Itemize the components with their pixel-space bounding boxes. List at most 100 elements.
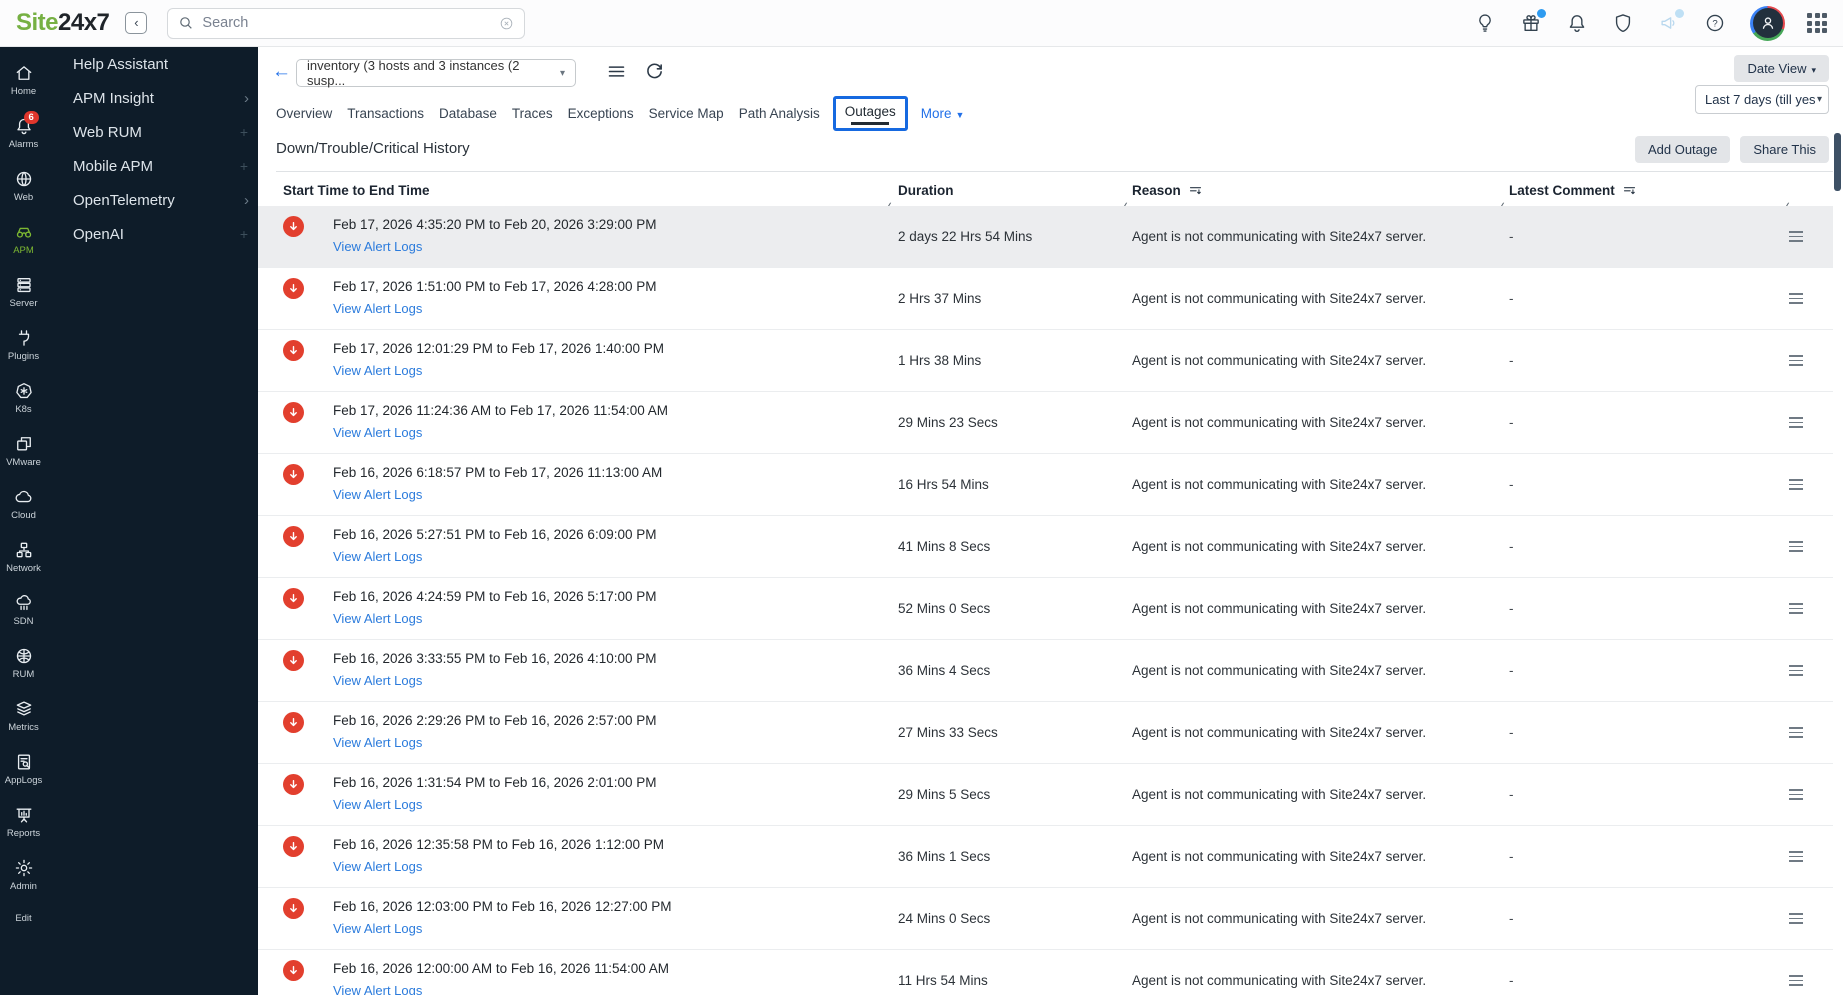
left-icon-rail: Home 6 Alarms Web APM Server Plugins K8s VMware C… [0,47,47,995]
tab-outages[interactable]: Outages [845,104,896,119]
rail-item-alarms[interactable]: 6 Alarms [0,110,47,155]
column-latest-comment[interactable]: Latest Comment [1509,183,1749,198]
rail-item-apm[interactable]: APM [0,216,47,261]
outage-time-range: Feb 16, 2026 2:29:26 PM to Feb 16, 2026 … [333,713,657,728]
site24x7-logo[interactable]: Site24x7 [16,9,110,37]
row-menu-icon[interactable] [1789,726,1803,739]
outage-duration: 36 Mins 1 Secs [898,849,991,864]
rail-item-plugins[interactable]: Plugins [0,322,47,367]
time-range-select[interactable]: Last 7 days (till yes ▾ [1695,85,1829,114]
outage-reason: Agent is not communicating with Site24x7… [1132,601,1427,616]
bell-icon[interactable] [1566,12,1588,34]
view-alert-logs-link[interactable]: View Alert Logs [333,425,422,440]
view-alert-logs-link[interactable]: View Alert Logs [333,983,422,995]
rail-item-web[interactable]: Web [0,163,47,208]
rail-item-edit[interactable]: Edit [0,905,47,929]
share-this-button[interactable]: Share This [1740,136,1829,163]
rail-item-cloud[interactable]: Cloud [0,481,47,526]
rail-item-metrics[interactable]: Metrics [0,693,47,738]
panel-item-openai[interactable]: OpenAI + [47,217,258,251]
rail-item-admin[interactable]: Admin [0,852,47,897]
rail-item-k8s[interactable]: K8s [0,375,47,420]
rail-item-server[interactable]: Server [0,269,47,314]
rail-item-vmware[interactable]: VMware [0,428,47,473]
megaphone-icon[interactable] [1658,9,1684,34]
tab-path-analysis[interactable]: Path Analysis [739,106,820,121]
row-menu-icon[interactable] [1789,602,1803,615]
row-menu-icon[interactable] [1789,292,1803,305]
panel-item-help-assistant[interactable]: Help Assistant [47,47,258,81]
outage-time-range: Feb 16, 2026 4:24:59 PM to Feb 16, 2026 … [333,589,657,604]
view-alert-logs-link[interactable]: View Alert Logs [333,487,422,502]
view-alert-logs-link[interactable]: View Alert Logs [333,363,422,378]
rail-item-applogs[interactable]: AppLogs [0,746,47,791]
refresh-button[interactable] [644,61,665,85]
view-alert-logs-link[interactable]: View Alert Logs [333,673,422,688]
chevron-down-icon: ▾ [559,67,565,79]
panel-item-mobile-apm[interactable]: Mobile APM + [47,149,258,183]
panel-item-opentelemetry[interactable]: OpenTelemetry › [47,183,258,217]
shield-icon[interactable] [1612,12,1634,34]
tab-transactions[interactable]: Transactions [347,106,424,121]
monitor-select[interactable]: inventory (3 hosts and 3 instances (2 su… [296,58,576,88]
rail-item-home[interactable]: Home [0,57,47,102]
row-menu-icon[interactable] [1789,478,1803,491]
row-menu-icon[interactable] [1789,416,1803,429]
help-icon[interactable]: ? [1704,12,1726,34]
row-menu-icon[interactable] [1789,354,1803,367]
row-menu-icon[interactable] [1789,540,1803,553]
row-menu-icon[interactable] [1789,788,1803,801]
panel-item-apm-insight[interactable]: APM Insight › [47,81,258,115]
view-alert-logs-link[interactable]: View Alert Logs [333,921,422,936]
row-menu-icon[interactable] [1789,974,1803,987]
column-duration[interactable]: Duration [898,183,1132,198]
view-alert-logs-link[interactable]: View Alert Logs [333,611,422,626]
column-reason[interactable]: Reason [1132,183,1509,198]
tab-more[interactable]: More ▼ [921,106,965,121]
panel-collapse-button[interactable]: ‹ [125,12,148,34]
list-menu-button[interactable] [606,61,627,85]
row-menu-icon[interactable] [1789,230,1803,243]
filter-sort-icon[interactable] [1188,183,1203,198]
column-start-end-time[interactable]: Start Time to End Time [283,183,898,198]
clear-search-icon[interactable] [499,16,514,31]
chevron-down-icon: ▾ [1816,94,1822,105]
view-alert-logs-link[interactable]: View Alert Logs [333,239,422,254]
tab-exceptions[interactable]: Exceptions [568,106,634,121]
search-box[interactable] [167,7,526,39]
rail-item-rum[interactable]: RUM [0,640,47,685]
panel-item-label: OpenTelemetry [73,191,175,209]
tab-service-map[interactable]: Service Map [649,106,724,121]
rail-item-label: Cloud [11,509,36,521]
filter-sort-icon[interactable] [1622,183,1637,198]
rail-item-sdn[interactable]: SDN [0,587,47,632]
scrollbar-thumb[interactable] [1834,133,1841,191]
row-menu-icon[interactable] [1789,912,1803,925]
view-alert-logs-link[interactable]: View Alert Logs [333,797,422,812]
rail-item-label: Plugins [7,350,40,362]
chevron-down-icon: ▾ [1811,65,1816,75]
table-row: Feb 16, 2026 12:03:00 PM to Feb 16, 2026… [258,888,1833,950]
row-menu-icon[interactable] [1789,850,1803,863]
apps-grid-icon[interactable] [1807,13,1827,33]
search-input[interactable] [202,15,492,31]
tab-database[interactable]: Database [439,106,497,121]
view-alert-logs-link[interactable]: View Alert Logs [333,549,422,564]
view-alert-logs-link[interactable]: View Alert Logs [333,859,422,874]
rail-item-network[interactable]: Network [0,534,47,579]
tab-traces[interactable]: Traces [512,106,553,121]
gift-icon[interactable] [1520,9,1546,34]
view-alert-logs-link[interactable]: View Alert Logs [333,735,422,750]
user-avatar[interactable] [1750,5,1785,41]
date-view-button[interactable]: Date View ▾ [1734,55,1829,82]
page-title: Down/Trouble/Critical History [276,140,470,157]
rail-item-reports[interactable]: Reports [0,799,47,844]
row-menu-icon[interactable] [1789,664,1803,677]
back-button[interactable]: ← [272,61,291,83]
view-alert-logs-link[interactable]: View Alert Logs [333,301,422,316]
lightbulb-icon[interactable] [1474,12,1496,34]
add-outage-button[interactable]: Add Outage [1634,136,1731,163]
outage-reason: Agent is not communicating with Site24x7… [1132,849,1427,864]
tab-overview[interactable]: Overview [276,106,332,121]
panel-item-web-rum[interactable]: Web RUM + [47,115,258,149]
